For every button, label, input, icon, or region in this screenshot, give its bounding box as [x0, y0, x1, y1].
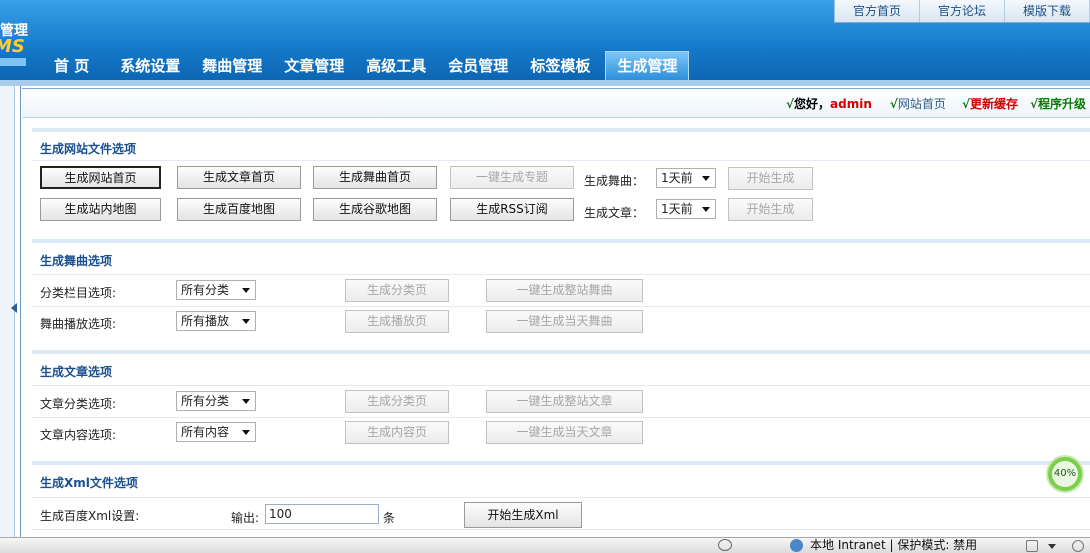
row-divider — [32, 160, 1090, 161]
generate-baidu-map-button[interactable]: 生成百度地图 — [177, 198, 301, 221]
section-title-article: 生成文章选项 — [40, 365, 113, 379]
content-area: 生成网站文件选项 生成网站首页 生成文章首页 生成舞曲首页 一键生成专题 生成舞… — [32, 128, 1090, 538]
greeting: √您好，admin — [786, 96, 872, 111]
program-upgrade-link[interactable]: √程序升级 — [1030, 95, 1086, 112]
chevron-down-icon[interactable] — [1048, 544, 1056, 549]
top-links: 官方首页 官方论坛 模版下载 — [833, 0, 1090, 23]
nav-tag-templates[interactable]: 标签模板 — [519, 52, 601, 80]
article-content-label: 文章内容选项: — [40, 428, 117, 442]
generate-dance-category-button[interactable]: 生成分类页 — [345, 279, 449, 302]
dance-days-select[interactable]: 1天前 — [656, 168, 716, 188]
generate-site-home-button[interactable]: 生成网站首页 — [40, 166, 161, 189]
generate-all-article-button[interactable]: 一键生成整站文章 — [486, 390, 643, 413]
globe-icon — [790, 539, 803, 552]
nav-article-management[interactable]: 文章管理 — [273, 52, 355, 80]
section-title-site-files: 生成网站文件选项 — [40, 142, 137, 156]
progress-indicator[interactable]: 40% — [1046, 455, 1090, 495]
output-count-input[interactable]: 100 — [265, 504, 379, 524]
row-divider — [32, 497, 1090, 498]
logo-stripe — [0, 58, 26, 66]
template-download-link[interactable]: 模版下载 — [1005, 0, 1090, 22]
generate-article-home-button[interactable]: 生成文章首页 — [177, 166, 301, 189]
nav-home[interactable]: 首 页 — [42, 52, 109, 80]
user-bar: √您好，admin √网站首页 √更新缓存 √程序升级 — [22, 88, 1090, 118]
privacy-icon[interactable] — [718, 539, 732, 551]
article-content-select[interactable]: 所有内容 — [176, 422, 256, 442]
generate-today-article-button[interactable]: 一键生成当天文章 — [486, 421, 643, 444]
nav-advanced-tools[interactable]: 高级工具 — [355, 52, 437, 80]
generate-play-page-button[interactable]: 生成播放页 — [345, 310, 449, 333]
site-home-link[interactable]: √网站首页 — [890, 95, 946, 112]
generate-google-map-button[interactable]: 生成谷歌地图 — [313, 198, 437, 221]
start-generate-dance-button[interactable]: 开始生成 — [728, 167, 813, 190]
chevron-down-icon — [702, 176, 710, 181]
progress-percent: 40% — [1052, 461, 1078, 487]
output-label: 输出: — [231, 511, 260, 525]
chevron-down-icon — [242, 288, 250, 293]
official-home-link[interactable]: 官方首页 — [835, 0, 920, 22]
zoom-icon[interactable] — [1026, 540, 1038, 552]
generate-sitemap-button[interactable]: 生成站内地图 — [40, 198, 161, 221]
section-divider — [32, 128, 1090, 132]
row-divider — [32, 385, 1090, 386]
dance-play-select[interactable]: 所有播放 — [176, 311, 256, 331]
dance-play-label: 舞曲播放选项: — [40, 317, 117, 331]
nav-generate-management[interactable]: 生成管理 — [605, 51, 690, 80]
start-generate-xml-button[interactable]: 开始生成Xml — [464, 502, 582, 528]
nav-underline — [0, 80, 1090, 86]
nav-member-management[interactable]: 会员管理 — [437, 52, 519, 80]
baidu-xml-label: 生成百度Xml设置: — [40, 509, 140, 523]
generate-dance-home-button[interactable]: 生成舞曲首页 — [313, 166, 437, 189]
chevron-down-icon — [702, 207, 710, 212]
generate-dance-label: 生成舞曲： — [584, 174, 645, 188]
update-cache-link[interactable]: √更新缓存 — [962, 95, 1018, 112]
row-divider — [32, 417, 1090, 418]
article-category-label: 文章分类选项: — [40, 397, 117, 411]
row-divider — [32, 306, 1090, 307]
generate-all-dance-button[interactable]: 一键生成整站舞曲 — [486, 279, 643, 302]
nav-dance-management[interactable]: 舞曲管理 — [191, 52, 273, 80]
generate-rss-button[interactable]: 生成RSS订阅 — [450, 198, 574, 221]
section-title-dance: 生成舞曲选项 — [40, 254, 113, 268]
generate-topics-button[interactable]: 一键生成专题 — [450, 166, 574, 189]
generate-content-page-button[interactable]: 生成内容页 — [345, 421, 449, 444]
dance-category-label: 分类栏目选项: — [40, 286, 117, 300]
official-forum-link[interactable]: 官方论坛 — [920, 0, 1005, 22]
section-divider — [32, 239, 1090, 243]
generate-article-category-button[interactable]: 生成分类页 — [345, 390, 449, 413]
section-divider — [32, 461, 1090, 465]
unit-label: 条 — [383, 511, 396, 525]
row-divider — [32, 274, 1090, 275]
generate-today-dance-button[interactable]: 一键生成当天舞曲 — [486, 310, 643, 333]
dance-category-select[interactable]: 所有分类 — [176, 280, 256, 300]
generate-article-label: 生成文章： — [584, 206, 645, 220]
nav-system-settings[interactable]: 系统设置 — [109, 52, 191, 80]
zoom-level-icon[interactable] — [1072, 540, 1084, 552]
username: admin — [830, 96, 872, 111]
chevron-down-icon — [242, 319, 250, 324]
security-zone-text: 本地 Intranet | 保护模式: 禁用 — [810, 538, 978, 552]
logo: 管理 MS — [0, 20, 30, 68]
chevron-down-icon — [242, 399, 250, 404]
chevron-down-icon — [242, 430, 250, 435]
collapse-arrow-icon[interactable] — [11, 303, 17, 313]
main-nav: 首 页 系统设置 舞曲管理 文章管理 高级工具 会员管理 标签模板 生成管理 — [42, 50, 690, 80]
section-title-xml: 生成Xml文件选项 — [40, 476, 138, 490]
start-generate-article-button[interactable]: 开始生成 — [728, 198, 813, 221]
status-bar: 本地 Intranet | 保护模式: 禁用 — [0, 537, 1090, 553]
row-divider — [32, 529, 1090, 530]
logo-text: MS — [0, 36, 25, 57]
article-category-select[interactable]: 所有分类 — [176, 391, 256, 411]
article-days-select[interactable]: 1天前 — [656, 199, 716, 219]
section-divider — [32, 350, 1090, 354]
